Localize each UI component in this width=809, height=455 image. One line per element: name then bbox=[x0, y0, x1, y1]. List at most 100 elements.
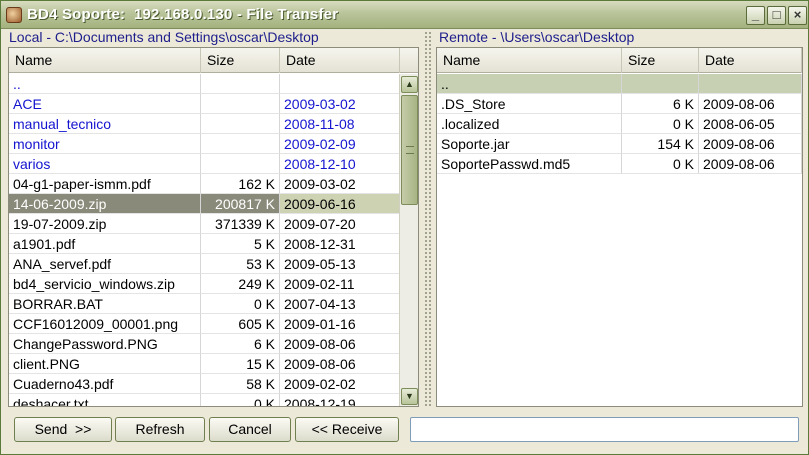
cell-size: 249 K bbox=[201, 274, 280, 294]
cell-size: 371339 K bbox=[201, 214, 280, 234]
cell-size bbox=[201, 154, 280, 174]
remote-rows: .. .DS_Store 6 K 2009-08-06 .localized 0 K 200… bbox=[437, 74, 802, 174]
local-rows: .. ACE 2009-03-02 manual_tecnico 2008-11-08 m… bbox=[9, 74, 400, 406]
cell-size bbox=[201, 94, 280, 114]
cell-size: 0 K bbox=[201, 394, 280, 406]
cell-date bbox=[699, 74, 802, 94]
file-row[interactable]: CCF16012009_00001.png 605 K 2009-01-16 bbox=[9, 314, 400, 334]
file-transfer-window: BD4 Soporte: 192.168.0.130 - File Transf… bbox=[0, 0, 809, 455]
file-row[interactable]: .localized 0 K 2008-06-05 bbox=[437, 114, 802, 134]
folder-row[interactable]: monitor 2009-02-09 bbox=[9, 134, 400, 154]
cancel-button[interactable]: Cancel bbox=[209, 417, 291, 442]
file-row[interactable]: client.PNG 15 K 2009-08-06 bbox=[9, 354, 400, 374]
column-header-size[interactable]: Size bbox=[622, 48, 699, 73]
cell-name: Cuaderno43.pdf bbox=[9, 374, 201, 394]
cell-name: Soporte.jar bbox=[437, 134, 622, 154]
send-button[interactable]: Send >> bbox=[14, 417, 112, 442]
file-row[interactable]: BORRAR.BAT 0 K 2007-04-13 bbox=[9, 294, 400, 314]
scroll-thumb[interactable] bbox=[401, 95, 418, 205]
cell-date: 2009-08-06 bbox=[699, 94, 802, 114]
file-row[interactable]: deshacer.txt 0 K 2008-12-19 bbox=[9, 394, 400, 406]
cell-size: 0 K bbox=[622, 114, 699, 134]
file-row[interactable]: 19-07-2009.zip 371339 K 2009-07-20 bbox=[9, 214, 400, 234]
folder-row[interactable]: varios 2008-12-10 bbox=[9, 154, 400, 174]
remote-list-header: Name Size Date bbox=[437, 48, 802, 73]
local-list-header: Name Size Date bbox=[9, 48, 418, 73]
cell-date: 2009-06-16 bbox=[280, 194, 400, 214]
file-row[interactable]: 04-g1-paper-ismm.pdf 162 K 2009-03-02 bbox=[9, 174, 400, 194]
file-row[interactable]: a1901.pdf 5 K 2008-12-31 bbox=[9, 234, 400, 254]
scroll-up-arrow-icon[interactable]: ▲ bbox=[401, 76, 418, 93]
cell-date: 2009-03-02 bbox=[280, 94, 400, 114]
file-row[interactable]: ANA_servef.pdf 53 K 2009-05-13 bbox=[9, 254, 400, 274]
cell-name: .localized bbox=[437, 114, 622, 134]
cell-date: 2008-11-08 bbox=[280, 114, 400, 134]
column-header-size[interactable]: Size bbox=[201, 48, 280, 73]
cell-size: 162 K bbox=[201, 174, 280, 194]
cell-name: ANA_servef.pdf bbox=[9, 254, 201, 274]
file-row[interactable]: ChangePassword.PNG 6 K 2009-08-06 bbox=[9, 334, 400, 354]
cell-name: 19-07-2009.zip bbox=[9, 214, 201, 234]
column-header-date[interactable]: Date bbox=[280, 48, 400, 73]
cell-date: 2008-12-19 bbox=[280, 394, 400, 406]
local-scrollbar[interactable]: ▲ ▼ bbox=[399, 74, 418, 406]
cell-size bbox=[622, 74, 699, 94]
folder-row[interactable]: manual_tecnico 2008-11-08 bbox=[9, 114, 400, 134]
cell-size: 200817 K bbox=[201, 194, 280, 214]
window-title: BD4 Soporte: 192.168.0.130 - File Transf… bbox=[27, 6, 339, 23]
local-pane-title: Local - C:\Documents and Settings\oscar\… bbox=[9, 29, 319, 45]
cell-size: 605 K bbox=[201, 314, 280, 334]
cell-name: .. bbox=[437, 74, 622, 94]
cell-date: 2009-08-06 bbox=[699, 134, 802, 154]
minimize-button[interactable]: _ bbox=[746, 6, 765, 25]
cell-date: 2009-07-20 bbox=[280, 214, 400, 234]
status-field[interactable] bbox=[410, 417, 799, 442]
cell-name: ACE bbox=[9, 94, 201, 114]
maximize-button[interactable]: □ bbox=[767, 6, 786, 25]
pane-splitter[interactable] bbox=[424, 31, 431, 407]
cell-name: SoportePasswd.md5 bbox=[437, 154, 622, 174]
folder-row[interactable]: .. bbox=[437, 74, 802, 94]
column-header-date[interactable]: Date bbox=[699, 48, 802, 73]
cell-date: 2009-02-02 bbox=[280, 374, 400, 394]
cell-size bbox=[201, 134, 280, 154]
cell-size: 0 K bbox=[622, 154, 699, 174]
file-row[interactable]: 14-06-2009.zip 200817 K 2009-06-16 bbox=[9, 194, 400, 214]
column-header-name[interactable]: Name bbox=[9, 48, 201, 73]
grip-icon bbox=[406, 146, 414, 154]
cell-date: 2008-12-31 bbox=[280, 234, 400, 254]
file-row[interactable]: SoportePasswd.md5 0 K 2009-08-06 bbox=[437, 154, 802, 174]
cell-size bbox=[201, 74, 280, 94]
cell-name: ChangePassword.PNG bbox=[9, 334, 201, 354]
folder-row[interactable]: .. bbox=[9, 74, 400, 94]
cell-date: 2007-04-13 bbox=[280, 294, 400, 314]
cell-date: 2009-01-16 bbox=[280, 314, 400, 334]
scroll-down-arrow-icon[interactable]: ▼ bbox=[401, 388, 418, 405]
file-row[interactable]: bd4_servicio_windows.zip 249 K 2009-02-11 bbox=[9, 274, 400, 294]
file-row[interactable]: Cuaderno43.pdf 58 K 2009-02-02 bbox=[9, 374, 400, 394]
file-row[interactable]: .DS_Store 6 K 2009-08-06 bbox=[437, 94, 802, 114]
column-header-name[interactable]: Name bbox=[437, 48, 622, 73]
remote-file-list[interactable]: Name Size Date .. .DS_Store 6 K 2009-08-06.… bbox=[436, 47, 803, 407]
cell-date: 2008-12-10 bbox=[280, 154, 400, 174]
cell-name: .DS_Store bbox=[437, 94, 622, 114]
cell-name: .. bbox=[9, 74, 201, 94]
local-file-list[interactable]: Name Size Date .. ACE 2009-03-02 manual_tec… bbox=[8, 47, 419, 407]
cell-name: deshacer.txt bbox=[9, 394, 201, 406]
cell-name: CCF16012009_00001.png bbox=[9, 314, 201, 334]
cell-date: 2009-02-11 bbox=[280, 274, 400, 294]
app-icon bbox=[6, 7, 22, 23]
cell-date bbox=[280, 74, 400, 94]
refresh-button[interactable]: Refresh bbox=[115, 417, 205, 442]
cell-date: 2009-08-06 bbox=[280, 354, 400, 374]
close-button[interactable]: × bbox=[788, 6, 807, 25]
cell-name: manual_tecnico bbox=[9, 114, 201, 134]
cell-name: a1901.pdf bbox=[9, 234, 201, 254]
receive-button[interactable]: << Receive bbox=[295, 417, 399, 442]
file-row[interactable]: Soporte.jar 154 K 2009-08-06 bbox=[437, 134, 802, 154]
cell-date: 2009-03-02 bbox=[280, 174, 400, 194]
cell-name: BORRAR.BAT bbox=[9, 294, 201, 314]
folder-row[interactable]: ACE 2009-03-02 bbox=[9, 94, 400, 114]
title-bar[interactable]: BD4 Soporte: 192.168.0.130 - File Transf… bbox=[1, 1, 808, 29]
cell-name: 04-g1-paper-ismm.pdf bbox=[9, 174, 201, 194]
